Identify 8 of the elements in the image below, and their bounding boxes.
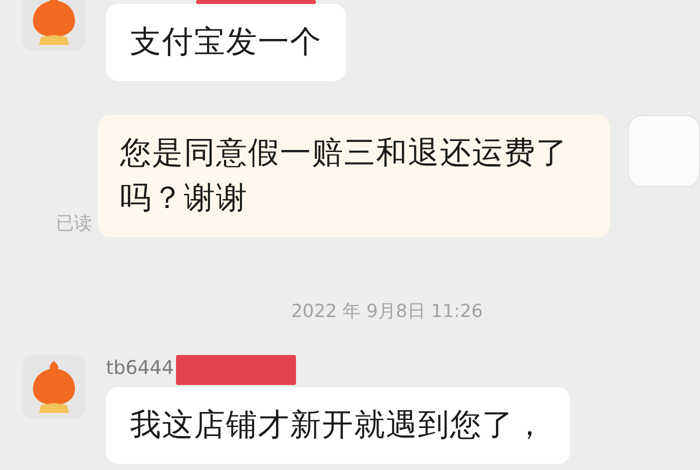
timestamp: 2022 年 9月8日 11:26: [291, 300, 483, 323]
sender-name: tb6444: [106, 356, 174, 379]
message-bubble: 支付宝发一个: [106, 4, 346, 81]
avatar-icon: [31, 358, 77, 415]
message-bubble: 您是同意假一赔三和退还运费了吗？谢谢: [98, 114, 610, 237]
avatar-icon: [31, 0, 77, 47]
message-bubble: 我这店铺才新开就遇到您了，: [106, 386, 570, 464]
read-receipt: 已读: [56, 212, 92, 235]
